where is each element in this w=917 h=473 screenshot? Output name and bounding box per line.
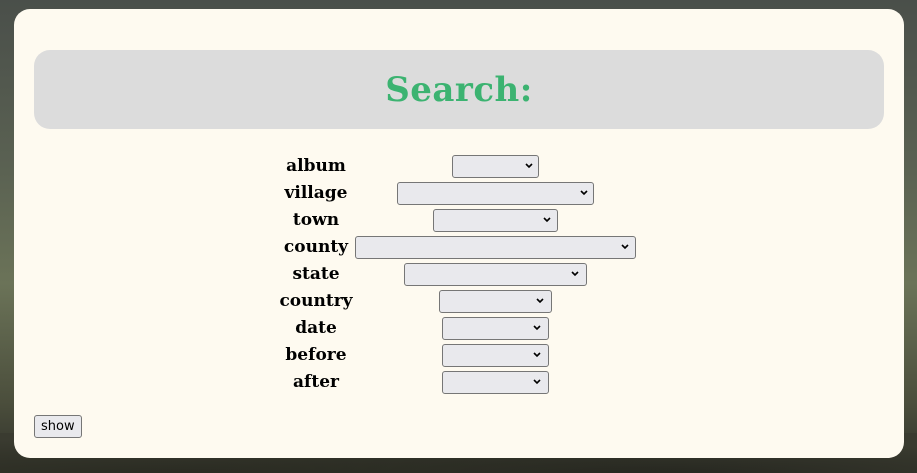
village-label: village (284, 183, 348, 203)
before-label: before (285, 345, 347, 365)
field-row-state: state (14, 263, 904, 286)
field-row-country: country (14, 290, 904, 313)
village-select[interactable] (397, 182, 594, 205)
date-label: date (295, 318, 337, 338)
album-label: album (286, 156, 346, 176)
field-row-village: village (14, 182, 904, 205)
after-label: after (293, 372, 339, 392)
field-row-town: town (14, 209, 904, 232)
field-row-after: after (14, 371, 904, 394)
after-select[interactable] (442, 371, 549, 394)
state-select[interactable] (404, 263, 587, 286)
search-panel: Search: album village town county state … (14, 9, 904, 458)
field-row-county: county (14, 236, 904, 259)
state-label: state (292, 264, 340, 284)
county-select[interactable] (355, 236, 636, 259)
date-select[interactable] (442, 317, 549, 340)
field-row-album: album (14, 155, 904, 178)
album-select[interactable] (452, 155, 539, 178)
town-label: town (292, 210, 340, 230)
page-title: Search: (385, 69, 533, 110)
town-select[interactable] (433, 209, 558, 232)
before-select[interactable] (442, 344, 549, 367)
field-row-before: before (14, 344, 904, 367)
show-button[interactable]: show (34, 415, 82, 438)
search-banner: Search: (34, 50, 884, 129)
field-row-date: date (14, 317, 904, 340)
country-select[interactable] (439, 290, 552, 313)
country-label: country (279, 291, 353, 311)
